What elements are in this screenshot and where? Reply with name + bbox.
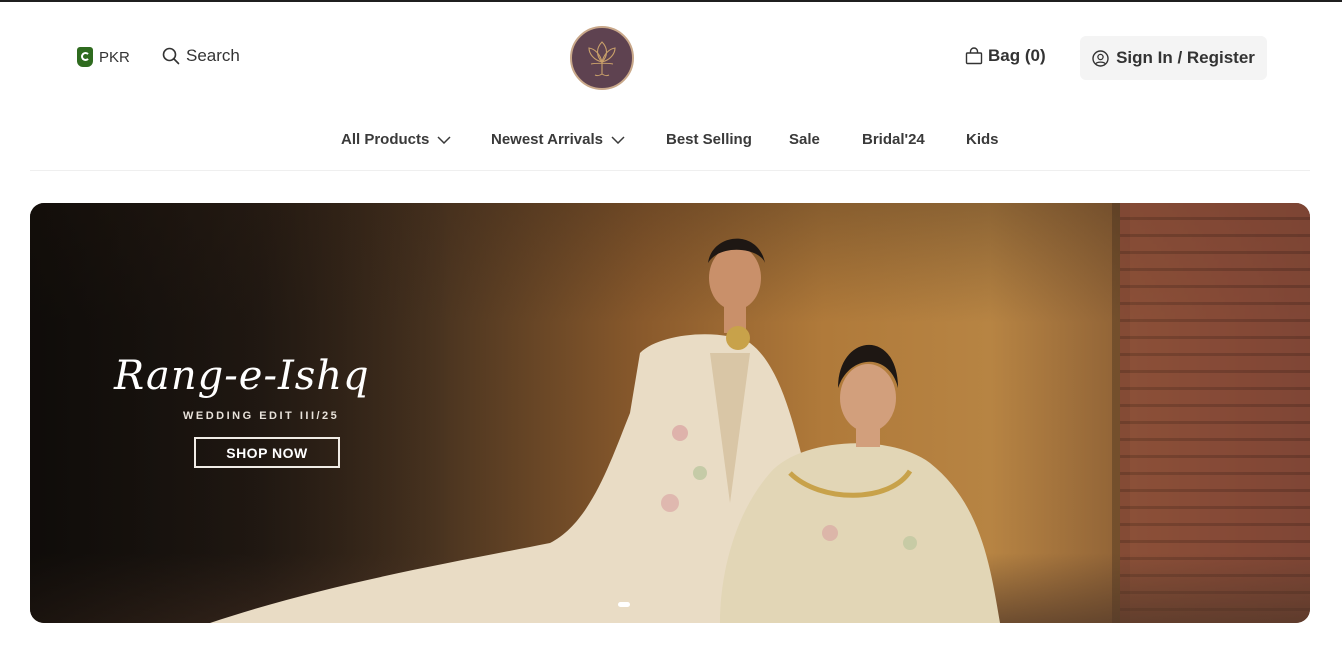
nav-item-kids[interactable]: Kids bbox=[966, 131, 999, 148]
chevron-down-icon bbox=[611, 135, 625, 144]
banner-script-title: Rang-e-Ishq bbox=[114, 353, 370, 399]
currency-label: PKR bbox=[99, 48, 130, 66]
sign-in-label: Sign In / Register bbox=[1116, 48, 1255, 67]
bag-button[interactable]: Bag (0) bbox=[965, 46, 1046, 66]
bag-label: Bag (0) bbox=[988, 46, 1046, 65]
nav-item-bridal24[interactable]: Bridal'24 bbox=[862, 131, 925, 148]
nav-label: Sale bbox=[789, 131, 820, 148]
nav-item-sale[interactable]: Sale bbox=[789, 131, 820, 148]
nav-item-newest-arrivals[interactable]: Newest Arrivals bbox=[491, 131, 625, 148]
chevron-down-icon bbox=[437, 135, 451, 144]
top-border bbox=[0, 0, 1342, 2]
hero-banner[interactable]: Rang-e-Ishq WEDDING EDIT III/25 SHOP NOW bbox=[30, 203, 1310, 623]
brand-logo[interactable] bbox=[570, 26, 634, 90]
nav-label: All Products bbox=[341, 131, 430, 148]
main-nav: All Products Newest Arrivals Best Sellin… bbox=[0, 131, 1342, 153]
shop-now-button[interactable]: SHOP NOW bbox=[194, 437, 340, 468]
nav-label: Kids bbox=[966, 131, 999, 148]
search-label: Search bbox=[186, 46, 240, 65]
banner-subtitle: WEDDING EDIT III/25 bbox=[183, 410, 340, 422]
carousel-dots bbox=[618, 602, 630, 607]
currency-selector[interactable]: PKR bbox=[77, 47, 130, 67]
header-divider bbox=[30, 170, 1310, 171]
user-circle-icon bbox=[1092, 49, 1109, 67]
lotus-logo-icon bbox=[588, 41, 616, 77]
pakistan-flag-icon bbox=[77, 47, 93, 67]
carousel-dot-1[interactable] bbox=[618, 602, 630, 607]
search-button[interactable]: Search bbox=[162, 46, 240, 66]
shopping-bag-icon bbox=[965, 47, 983, 65]
nav-item-best-selling[interactable]: Best Selling bbox=[666, 131, 752, 148]
search-icon bbox=[162, 47, 180, 65]
nav-label: Newest Arrivals bbox=[491, 131, 604, 148]
nav-label: Best Selling bbox=[666, 131, 752, 148]
nav-item-all-products[interactable]: All Products bbox=[341, 131, 451, 148]
sign-in-register-button[interactable]: Sign In / Register bbox=[1080, 36, 1267, 80]
nav-label: Bridal'24 bbox=[862, 131, 925, 148]
